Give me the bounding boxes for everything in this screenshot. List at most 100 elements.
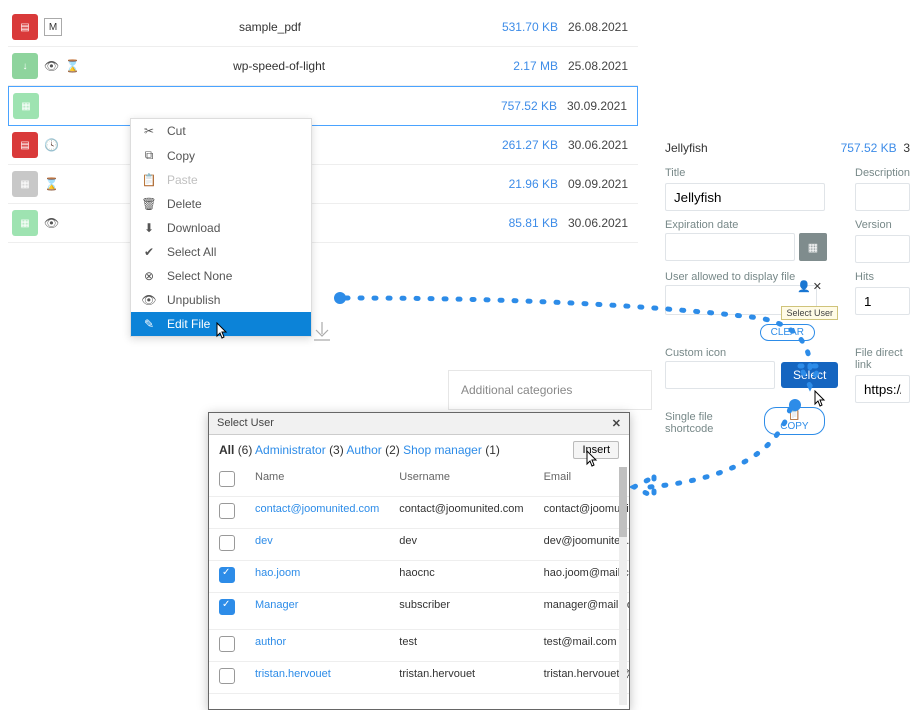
file-size: 531.70 KB bbox=[478, 20, 558, 34]
icon-label: Custom icon bbox=[655, 341, 845, 361]
file-row[interactable]: ↓ 👁 ⌛ wp-speed-of-light 2.17 MB 25.08.20… bbox=[8, 47, 638, 86]
file-row[interactable]: ▦ ⌛ le 21.96 KB 09.09.2021 bbox=[8, 165, 638, 204]
select-user-dialog: Select User ✕ All (6) Administrator (3) … bbox=[208, 412, 630, 710]
desc-input[interactable] bbox=[855, 183, 910, 211]
checkbox[interactable] bbox=[219, 636, 235, 652]
checkbox[interactable] bbox=[219, 668, 235, 684]
hits-input[interactable] bbox=[855, 287, 910, 315]
col-name[interactable]: Name bbox=[245, 465, 389, 497]
exp-input[interactable] bbox=[665, 233, 795, 261]
title-input[interactable] bbox=[665, 183, 825, 211]
additional-categories[interactable]: Additional categories bbox=[448, 370, 652, 410]
version-input[interactable] bbox=[855, 235, 910, 263]
file-date: 26.08.2021 bbox=[558, 20, 638, 34]
exp-label: Expiration date bbox=[655, 213, 845, 233]
file-date: 30.06.2021 bbox=[558, 138, 638, 152]
filter-shop[interactable]: Shop manager bbox=[403, 443, 482, 457]
checkbox-all[interactable] bbox=[219, 471, 235, 487]
ctx-delete[interactable]: 🗑Delete bbox=[131, 192, 311, 216]
copy-button[interactable]: 📋 COPY bbox=[764, 407, 825, 435]
table-row[interactable]: hao.joom haocnc hao.joom@mail.com Author bbox=[209, 561, 630, 593]
ctx-paste: 📋Paste bbox=[131, 168, 311, 192]
zip-icon: ↓ bbox=[12, 53, 38, 79]
user-table: Name Username Email Role contact@joomuni… bbox=[209, 465, 630, 694]
ctx-edit-file[interactable]: ✎Edit File bbox=[131, 312, 311, 336]
download-icon: ⬇ bbox=[141, 221, 157, 235]
file-date: 09.09.2021 bbox=[558, 177, 638, 191]
col-user[interactable]: Username bbox=[389, 465, 533, 497]
editor-size: 757.52 KB bbox=[841, 141, 897, 155]
calendar-icon[interactable]: ▦ bbox=[799, 233, 827, 261]
clear-button[interactable]: CLEAR bbox=[760, 324, 815, 341]
selectnone-icon: ⊗ bbox=[141, 269, 157, 283]
file-date: 30.09.2021 bbox=[557, 99, 637, 113]
file-row[interactable]: ▤ M sample_pdf 531.70 KB 26.08.2021 bbox=[8, 8, 638, 47]
clock-icon: 🕓 bbox=[44, 138, 59, 152]
dialog-title: Select User bbox=[217, 417, 274, 430]
pdf-icon: ▤ bbox=[12, 14, 38, 40]
addcat-label: Additional categories bbox=[461, 383, 572, 397]
filter-all[interactable]: All bbox=[219, 443, 234, 457]
selectall-icon: ✔ bbox=[141, 245, 157, 259]
ctx-cut[interactable]: ✂Cut bbox=[131, 119, 311, 143]
ctx-copy[interactable]: ⧉Copy bbox=[131, 143, 311, 168]
ctx-unpublish[interactable]: 👁Unpublish bbox=[131, 288, 311, 312]
user-icon[interactable]: 👤 bbox=[797, 280, 811, 293]
file-size: 261.27 KB bbox=[478, 138, 558, 152]
file-date: 30.06.2021 bbox=[558, 216, 638, 230]
file-icon: ▦ bbox=[12, 171, 38, 197]
filter-admin[interactable]: Administrator bbox=[255, 443, 326, 457]
hidden-icon: 👁 bbox=[44, 216, 59, 230]
file-size: 2.17 MB bbox=[478, 59, 558, 73]
editor-filename: Jellyfish bbox=[665, 141, 708, 155]
table-row[interactable]: author test test@mail.com Author bbox=[209, 630, 630, 662]
cut-icon: ✂ bbox=[141, 124, 157, 138]
hourglass-icon: ⌛ bbox=[65, 59, 80, 73]
dialog-filters: All (6) Administrator (3) Author (2) Sho… bbox=[219, 443, 500, 457]
table-row[interactable]: dev dev dev@joomunited.com Administrator bbox=[209, 529, 630, 561]
version-label: Version bbox=[845, 213, 920, 233]
meta-m: M bbox=[44, 18, 62, 36]
insert-button[interactable]: Insert bbox=[573, 441, 619, 459]
pdf-icon: ▤ bbox=[12, 132, 38, 158]
checkbox[interactable] bbox=[219, 567, 235, 583]
checkbox[interactable] bbox=[219, 503, 235, 519]
filter-author[interactable]: Author bbox=[346, 443, 381, 457]
scrollbar[interactable] bbox=[619, 467, 627, 705]
file-row[interactable]: ▦ 👁 85.81 KB 30.06.2021 bbox=[8, 204, 638, 243]
file-list: ▤ M sample_pdf 531.70 KB 26.08.2021 ↓ 👁 … bbox=[8, 8, 638, 243]
checkbox[interactable] bbox=[219, 535, 235, 551]
checkbox[interactable] bbox=[219, 599, 235, 615]
table-row[interactable]: contact@joomunited.com contact@joomunite… bbox=[209, 497, 630, 529]
ctx-select-all[interactable]: ✔Select All bbox=[131, 240, 311, 264]
ctx-select-none[interactable]: ⊗Select None bbox=[131, 264, 311, 288]
table-row[interactable]: Manager subscriber manager@mail.com Shop… bbox=[209, 593, 630, 630]
desc-label: Description bbox=[845, 161, 920, 181]
close-icon[interactable]: ✕ bbox=[612, 417, 621, 430]
file-row[interactable]: ▦ 757.52 KB 30.09.2021 bbox=[8, 86, 638, 126]
icon-input[interactable] bbox=[665, 361, 775, 389]
file-date: 25.08.2021 bbox=[558, 59, 638, 73]
image-icon: ▦ bbox=[12, 210, 38, 236]
edit-icon: ✎ bbox=[141, 317, 157, 331]
select-button[interactable]: Select bbox=[781, 362, 838, 388]
file-editor: Jellyfish 757.52 KB 3 Title Description … bbox=[655, 135, 920, 437]
table-row[interactable]: tristan.hervouet tristan.hervouet trista… bbox=[209, 662, 630, 694]
editor-date: 3 bbox=[903, 141, 910, 155]
user-select-box[interactable]: 👤✕ Select User bbox=[665, 285, 817, 315]
delete-icon: 🗑 bbox=[141, 197, 157, 211]
direct-input[interactable] bbox=[855, 375, 910, 403]
title-label: Title bbox=[655, 161, 845, 181]
paste-icon: 📋 bbox=[141, 173, 157, 187]
context-menu: ✂Cut ⧉Copy 📋Paste 🗑Delete ⬇Download ✔Sel… bbox=[130, 118, 312, 337]
unpublish-icon: 👁 bbox=[141, 293, 157, 307]
close-icon[interactable]: ✕ bbox=[813, 280, 822, 293]
file-size: 85.81 KB bbox=[478, 216, 558, 230]
col-email[interactable]: Email bbox=[534, 465, 630, 497]
file-size: 757.52 KB bbox=[477, 99, 557, 113]
ctx-download[interactable]: ⬇Download bbox=[131, 216, 311, 240]
shortcode-label: Single file shortcode bbox=[655, 405, 764, 437]
file-row[interactable]: ▤ 🕓 11 261.27 KB 30.06.2021 bbox=[8, 126, 638, 165]
download-icon bbox=[310, 320, 334, 347]
direct-label: File direct link bbox=[845, 341, 920, 373]
